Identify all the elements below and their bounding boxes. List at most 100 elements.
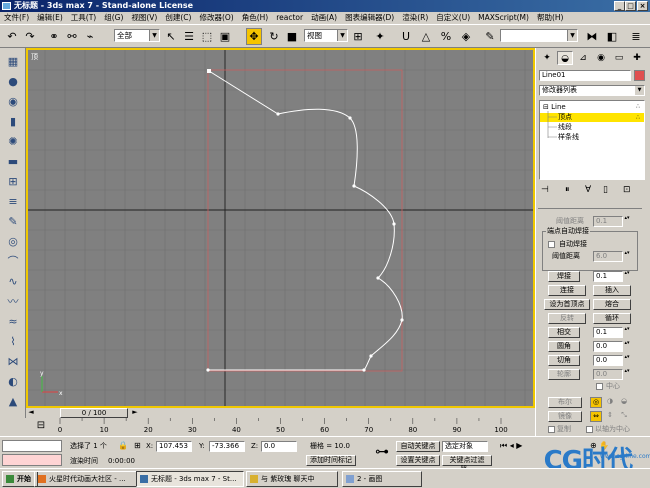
select-manipulate-icon[interactable]: ✦: [372, 28, 388, 45]
center-checkbox[interactable]: [596, 383, 603, 390]
undo-icon[interactable]: ↶: [4, 28, 20, 45]
task-paint[interactable]: 2 - 画图: [342, 471, 422, 487]
noise-icon[interactable]: ⌇: [4, 334, 22, 350]
wave-icon[interactable]: ≈: [4, 314, 22, 330]
weld-threshold-field[interactable]: 0.1: [593, 271, 623, 282]
close-button[interactable]: ×: [637, 1, 648, 11]
slider-right-arrow-icon[interactable]: ►: [130, 408, 140, 418]
slider-left-arrow-icon[interactable]: ◄: [26, 408, 36, 418]
object-name-field[interactable]: Line01: [539, 70, 631, 81]
hierarchy-tab-icon[interactable]: ⊿: [575, 51, 591, 65]
spinner-icon[interactable]: ▴▾: [624, 216, 630, 227]
absolute-mode-icon[interactable]: ⊞: [134, 441, 141, 450]
menu-create[interactable]: 创建(C): [161, 13, 195, 22]
utilities-tab-icon[interactable]: ✚: [629, 51, 645, 65]
menu-modifiers[interactable]: 修改器(O): [195, 13, 237, 22]
pivot-center-icon[interactable]: ⊞: [350, 28, 366, 45]
named-selection-sets-dropdown[interactable]: ▼: [500, 29, 578, 42]
threshold-field-2[interactable]: 6.0: [593, 251, 623, 262]
light-icon[interactable]: ✺: [4, 134, 22, 150]
modify-tab-icon[interactable]: ◒: [557, 51, 573, 65]
twist-icon[interactable]: ∿: [4, 274, 22, 290]
track-bar[interactable]: 0 10 20 30 40 50 60 70 80 90 100 ⊟: [26, 418, 535, 436]
add-time-tag-button[interactable]: 添加时间标记: [306, 455, 356, 466]
playback-controls-icon[interactable]: ⏮ ◂ ▶: [500, 441, 522, 450]
auto-weld-checkbox[interactable]: [548, 241, 555, 248]
modifier-list-dropdown[interactable]: 修改器列表 ▼: [539, 85, 645, 96]
chamfer-field[interactable]: 0.0: [593, 355, 623, 366]
task-chat[interactable]: 与 紫玫瑰 聊天中: [246, 471, 338, 487]
subtract-icon[interactable]: ◑: [604, 397, 616, 408]
spinner-snap-icon[interactable]: ◈: [458, 28, 474, 45]
bind-spacewarp-icon[interactable]: ⌁: [82, 28, 98, 45]
vertex[interactable]: [348, 116, 352, 120]
auto-key-button[interactable]: 自动关键点: [396, 441, 440, 452]
menu-file[interactable]: 文件(F): [0, 13, 33, 22]
cylinder-icon[interactable]: ▮: [4, 114, 22, 130]
snap-toggle-icon[interactable]: U: [398, 28, 414, 45]
cycle-button[interactable]: 循环: [593, 313, 631, 324]
lock-selection-icon[interactable]: 🔒: [118, 441, 128, 450]
menu-edit[interactable]: 编辑(E): [33, 13, 67, 22]
sphere-icon[interactable]: ●: [4, 74, 22, 90]
spline-icon[interactable]: 〰: [4, 294, 22, 310]
key-icon[interactable]: ⊶: [372, 444, 392, 462]
outline-button[interactable]: 轮廓: [548, 369, 580, 380]
weld-button[interactable]: 焊接: [548, 271, 580, 282]
align-icon[interactable]: ◧: [604, 28, 620, 45]
key-filters-button[interactable]: 关键点过滤器...: [442, 455, 492, 473]
percent-snap-icon[interactable]: %: [438, 28, 454, 45]
fillet-button[interactable]: 圆角: [548, 341, 580, 352]
insert-button[interactable]: 插入: [593, 285, 631, 296]
mirror-horizontal-icon[interactable]: ⇔: [590, 411, 602, 422]
menu-maxscript[interactable]: MAXScript(M): [474, 13, 533, 22]
mirror-both-icon[interactable]: ⤡: [618, 411, 630, 422]
configure-sets-icon[interactable]: ⊡: [623, 186, 631, 195]
z-coordinate-field[interactable]: 0.0: [261, 441, 297, 452]
menu-tools[interactable]: 工具(T): [67, 13, 100, 22]
vertex-first[interactable]: [207, 69, 211, 73]
intersect-icon[interactable]: ◒: [618, 397, 630, 408]
vertex[interactable]: [369, 354, 373, 358]
selection-filter-dropdown[interactable]: 全部 ▼: [114, 29, 160, 42]
select-by-name-icon[interactable]: ☰: [181, 28, 197, 45]
minimize-button[interactable]: _: [614, 1, 625, 11]
maximize-button[interactable]: □: [625, 1, 636, 11]
spinner-icon[interactable]: ▴▾: [624, 355, 630, 366]
spinner-icon[interactable]: ▴▾: [624, 251, 630, 262]
menu-help[interactable]: 帮助(H): [533, 13, 568, 22]
menu-reactor[interactable]: reactor: [272, 13, 307, 22]
copy-checkbox[interactable]: [548, 426, 555, 433]
layer-manager-icon[interactable]: ≣: [628, 28, 644, 45]
spinner-icon[interactable]: ▴▾: [624, 341, 630, 352]
time-slider-track[interactable]: 0 / 100 ◄ ►: [26, 408, 535, 418]
create-tab-icon[interactable]: ✦: [539, 51, 555, 65]
menu-customize[interactable]: 自定义(U): [432, 13, 474, 22]
grid-icon[interactable]: ⊞: [4, 174, 22, 190]
remove-modifier-icon[interactable]: ▯: [603, 186, 608, 195]
vertex[interactable]: [206, 368, 210, 372]
spinner-icon[interactable]: ▴▾: [624, 327, 630, 338]
pin-stack-icon[interactable]: ⊣: [541, 186, 549, 195]
vertex[interactable]: [276, 112, 280, 116]
maxscript-output-field[interactable]: [2, 454, 62, 466]
start-button[interactable]: 开始: [2, 471, 38, 487]
mirror-vertical-icon[interactable]: ⇕: [604, 411, 616, 422]
vertex[interactable]: [352, 184, 356, 188]
connect-button[interactable]: 连接: [548, 285, 586, 296]
ring-icon[interactable]: ◎: [4, 234, 22, 250]
chamfer-button[interactable]: 切角: [548, 355, 580, 366]
mini-curve-editor-icon[interactable]: ⊟: [32, 420, 50, 432]
link-icon[interactable]: ⚭: [46, 28, 62, 45]
move-icon[interactable]: ✥: [246, 28, 262, 45]
spinner-icon[interactable]: ▴▾: [624, 369, 630, 380]
menu-rendering[interactable]: 渲染(R): [398, 13, 432, 22]
key-mode-dropdown[interactable]: 选定对象: [442, 441, 488, 452]
task-browser[interactable]: 火星时代动画大社区 - ...: [34, 471, 152, 487]
rotate-icon[interactable]: ↻: [266, 28, 282, 45]
motion-tab-icon[interactable]: ◉: [593, 51, 609, 65]
wrench-icon[interactable]: ✎: [4, 214, 22, 230]
threshold-field-1[interactable]: 0.1: [593, 216, 623, 227]
union-icon[interactable]: ◎: [590, 397, 602, 408]
task-3dsmax[interactable]: 无标题 - 3ds max 7 - St...: [136, 471, 244, 487]
